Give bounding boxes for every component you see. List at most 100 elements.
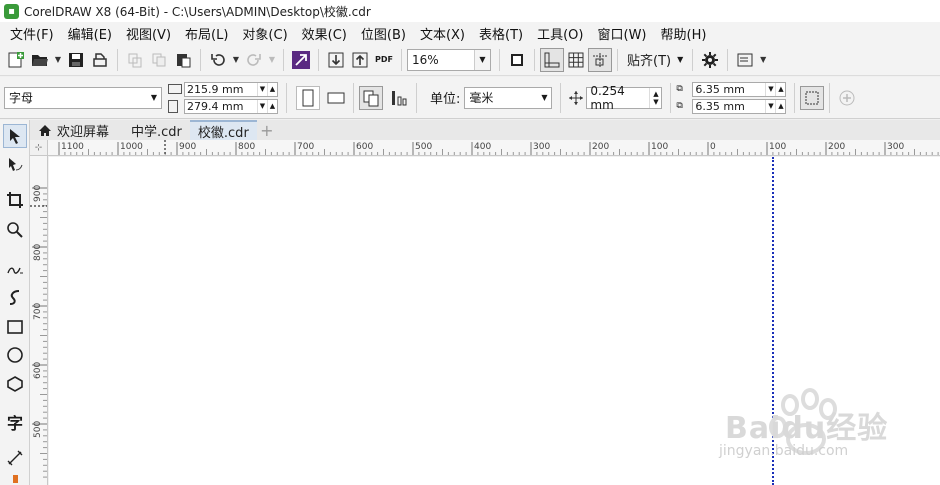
new-tab-button[interactable]: + (257, 120, 277, 140)
units-select[interactable]: 毫米 ▼ (464, 86, 553, 109)
menu-bar: 文件(F) 编辑(E) 视图(V) 布局(L) 对象(C) 效果(C) 位图(B… (0, 22, 940, 44)
landscape-button[interactable] (324, 86, 348, 110)
freehand-tool-button[interactable] (3, 256, 27, 280)
all-pages-icon (363, 90, 379, 106)
all-pages-button[interactable] (359, 85, 383, 110)
page-size-dropdown-icon[interactable]: ▼ (147, 93, 161, 102)
duplicate-x-up-icon[interactable]: ▲ (775, 82, 785, 96)
export-icon (352, 52, 368, 67)
connector-tool-button[interactable] (3, 474, 27, 484)
rectangle-tool-button[interactable] (3, 315, 27, 339)
ruler-h-label: 900 (179, 142, 196, 152)
open-dropdown-icon[interactable]: ▼ (52, 48, 64, 72)
separator (499, 48, 500, 71)
tab-school-badge[interactable]: 校徽.cdr (189, 120, 257, 141)
paste-icon (177, 53, 191, 67)
drawing-canvas[interactable]: Baidu经验 jingyan.baidu.com (49, 157, 940, 485)
ellipse-tool-button[interactable] (3, 343, 27, 367)
new-document-button[interactable] (4, 48, 28, 72)
menu-help[interactable]: 帮助(H) (655, 24, 715, 43)
horizontal-ruler[interactable]: 1100 1000 900 800 700 600 500 400 300 200 100 0 100 2… (48, 140, 940, 156)
undo-dropdown-icon[interactable]: ▼ (230, 48, 242, 72)
snap-dropdown-icon[interactable]: ▼ (677, 55, 683, 64)
menu-file[interactable]: 文件(F) (4, 24, 62, 43)
page-width-field[interactable]: 215.9 mm ▼ ▲ (184, 81, 278, 97)
crop-tool-button[interactable] (3, 188, 27, 212)
nudge-icon-wrap (566, 86, 586, 110)
paste-button[interactable] (171, 48, 195, 72)
redo-dropdown-icon[interactable]: ▼ (266, 48, 278, 72)
add-preset-button[interactable] (835, 86, 859, 110)
tab-middle-school-label: 中学.cdr (131, 124, 182, 140)
page-border-button[interactable] (800, 85, 825, 110)
artistic-media-tool-button[interactable] (3, 285, 27, 309)
page-size-select[interactable]: 字母 ▼ (4, 86, 162, 109)
export-button[interactable] (348, 48, 372, 72)
duplicate-x-down-icon[interactable]: ▼ (765, 82, 775, 96)
full-screen-button[interactable] (505, 48, 529, 72)
zoom-level-select[interactable]: 16% ▼ (407, 48, 491, 71)
nudge-distance-field[interactable]: 0.254 mm ▲ ▼ (586, 84, 663, 112)
connector-icon (12, 475, 18, 483)
nudge-spinner-icon[interactable]: ▲ ▼ (649, 87, 661, 108)
page-width-up-icon[interactable]: ▲ (267, 82, 277, 96)
cut-button[interactable] (123, 48, 147, 72)
application-launcher-button[interactable] (733, 48, 757, 72)
ruler-v-label: 600 (33, 362, 43, 379)
horizontal-ruler-ticks: 1100 1000 900 800 700 600 500 400 300 200 100 0 100 2… (58, 140, 939, 155)
menu-table[interactable]: 表格(T) (473, 24, 531, 43)
shape-tool-button[interactable] (3, 153, 27, 177)
current-page-button[interactable] (387, 86, 411, 110)
undo-button[interactable] (206, 48, 230, 72)
property-bar: 字母 ▼ 215.9 mm ▼ ▲ 279.4 mm ▼ ▲ 单位: 毫米 ▼ … (0, 77, 940, 119)
launcher-dropdown-icon[interactable]: ▼ (757, 48, 769, 72)
menu-text[interactable]: 文本(X) (414, 24, 473, 43)
menu-window[interactable]: 窗口(W) (592, 24, 655, 43)
copy-button[interactable] (147, 48, 171, 72)
import-button[interactable] (324, 48, 348, 72)
show-rulers-button[interactable] (540, 47, 564, 72)
menu-effects[interactable]: 效果(C) (296, 24, 355, 43)
plus-icon: + (260, 120, 274, 140)
menu-view[interactable]: 视图(V) (120, 24, 179, 43)
show-guidelines-button[interactable] (588, 47, 612, 72)
portrait-button[interactable] (296, 85, 320, 110)
ruler-h-label: 200 (592, 142, 609, 152)
snap-to-button[interactable]: 贴齐(T) ▼ (623, 48, 687, 72)
tab-welcome[interactable]: 欢迎屏幕 (30, 120, 117, 140)
page-height-spinner-icon[interactable]: ▼ (257, 99, 267, 113)
pick-tool-button[interactable] (3, 124, 27, 148)
text-tool-button[interactable]: 字 (3, 410, 27, 434)
duplicate-x-field[interactable]: 6.35 mm ▼ ▲ (692, 81, 787, 97)
duplicate-y-up-icon[interactable]: ▲ (775, 99, 785, 113)
menu-edit[interactable]: 编辑(E) (62, 24, 120, 43)
menu-bitmaps[interactable]: 位图(B) (355, 24, 414, 43)
save-button[interactable] (64, 48, 88, 72)
menu-object[interactable]: 对象(C) (236, 24, 295, 43)
tab-middle-school[interactable]: 中学.cdr (123, 120, 190, 140)
page-border-icon (805, 91, 819, 104)
duplicate-y-down-icon[interactable]: ▼ (765, 99, 775, 113)
vertical-ruler[interactable]: 900 800 700 600 500 (30, 156, 48, 485)
search-content-button[interactable] (289, 48, 313, 72)
menu-layout[interactable]: 布局(L) (179, 24, 236, 43)
zoom-tool-button[interactable] (3, 218, 27, 242)
menu-tools[interactable]: 工具(O) (531, 24, 591, 43)
duplicate-y-field[interactable]: 6.35 mm ▼ ▲ (692, 98, 787, 114)
units-dropdown-icon[interactable]: ▼ (537, 93, 551, 102)
options-button[interactable] (698, 48, 722, 72)
zoom-dropdown-icon[interactable]: ▼ (474, 49, 490, 70)
parallel-dimension-tool-button[interactable] (3, 446, 27, 470)
redo-button[interactable] (242, 48, 266, 72)
page-width-spinner-icon[interactable]: ▼ (257, 82, 267, 96)
open-button[interactable] (28, 48, 52, 72)
ruler-h-label: 100 (769, 142, 786, 152)
publish-pdf-button[interactable]: PDF (372, 48, 396, 72)
page-height-up-icon[interactable]: ▲ (267, 99, 277, 113)
page-height-field[interactable]: 279.4 mm ▼ ▲ (184, 98, 278, 114)
units-label: 单位: (430, 92, 461, 107)
ruler-origin[interactable]: ⊹ (30, 140, 48, 156)
show-grid-button[interactable] (564, 48, 588, 72)
print-button[interactable] (88, 48, 112, 72)
polygon-tool-button[interactable] (3, 372, 27, 396)
